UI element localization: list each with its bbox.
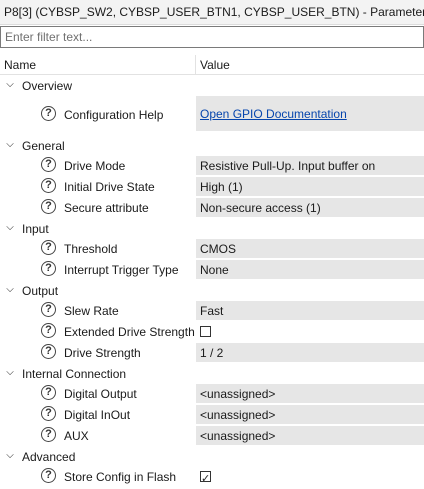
param-name: Store Config in Flash <box>64 470 177 484</box>
help-icon[interactable]: ? <box>41 427 56 442</box>
param-name: AUX <box>64 429 89 443</box>
digital-output-value[interactable]: <unassigned> <box>196 384 424 404</box>
filter-box[interactable] <box>0 26 424 48</box>
category-label: Advanced <box>22 450 76 464</box>
store-config-in-flash-checkbox[interactable] <box>200 469 211 489</box>
drive-mode-value[interactable]: Resistive Pull-Up. Input buffer on <box>196 156 424 176</box>
store-config-in-flash-value <box>196 467 424 489</box>
help-icon[interactable]: ? <box>41 178 56 193</box>
chevron-down-icon[interactable]: ⌵ <box>3 449 17 463</box>
param-row-interrupt-trigger-type[interactable]: ? Interrupt Trigger Type None <box>0 260 424 281</box>
param-name: Digital Output <box>64 387 137 401</box>
filter-input[interactable] <box>1 27 423 47</box>
secure-attribute-value[interactable]: Non-secure access (1) <box>196 198 424 218</box>
help-icon[interactable]: ? <box>41 302 56 317</box>
column-divider[interactable] <box>195 55 196 75</box>
drive-strength-value[interactable]: 1 / 2 <box>196 343 424 363</box>
param-name: Initial Drive State <box>64 180 155 194</box>
help-icon[interactable]: ? <box>41 199 56 214</box>
param-name: Extended Drive Strength <box>64 325 195 339</box>
param-name: Interrupt Trigger Type <box>64 263 179 277</box>
help-icon[interactable]: ? <box>41 323 56 338</box>
help-icon[interactable]: ? <box>41 240 56 255</box>
category-advanced[interactable]: ⌵ Advanced <box>0 447 424 467</box>
param-row-threshold[interactable]: ? Threshold CMOS <box>0 239 424 260</box>
initial-drive-state-value[interactable]: High (1) <box>196 177 424 197</box>
aux-value[interactable]: <unassigned> <box>196 426 424 446</box>
chevron-down-icon[interactable]: ⌵ <box>3 78 17 92</box>
chevron-down-icon[interactable]: ⌵ <box>3 283 17 297</box>
category-label: Internal Connection <box>22 367 127 381</box>
help-icon[interactable]: ? <box>41 406 56 421</box>
category-input[interactable]: ⌵ Input <box>0 219 424 239</box>
column-name-header[interactable]: Name <box>4 58 36 72</box>
help-icon[interactable]: ? <box>41 261 56 276</box>
category-label: Input <box>22 222 49 236</box>
digital-inout-value[interactable]: <unassigned> <box>196 405 424 425</box>
category-label: General <box>22 139 65 153</box>
param-row-secure-attribute[interactable]: ? Secure attribute Non-secure access (1) <box>0 198 424 219</box>
param-row-extended-drive-strength[interactable]: ? Extended Drive Strength <box>0 322 424 343</box>
param-row-configuration-help[interactable]: ? Configuration Help Open GPIO Documenta… <box>0 96 424 132</box>
param-row-digital-inout[interactable]: ? Digital InOut <unassigned> <box>0 405 424 426</box>
help-icon[interactable]: ? <box>41 344 56 359</box>
param-name: Secure attribute <box>64 201 149 215</box>
param-row-drive-strength[interactable]: ? Drive Strength 1 / 2 <box>0 343 424 364</box>
threshold-value[interactable]: CMOS <box>196 239 424 259</box>
category-internal-connection[interactable]: ⌵ Internal Connection <box>0 364 424 384</box>
window-title: P8[3] (CYBSP_SW2, CYBSP_USER_BTN1, CYBSP… <box>0 0 424 25</box>
extended-drive-strength-checkbox[interactable] <box>200 326 211 338</box>
column-header: Name Value <box>0 55 424 75</box>
category-label: Overview <box>22 79 73 93</box>
help-icon[interactable]: ? <box>41 106 56 121</box>
param-name: Digital InOut <box>64 408 131 422</box>
category-overview[interactable]: ⌵ Overview <box>0 76 424 96</box>
param-row-digital-output[interactable]: ? Digital Output <unassigned> <box>0 384 424 405</box>
open-gpio-documentation-link[interactable]: Open GPIO Documentation <box>200 107 347 121</box>
help-icon[interactable]: ? <box>41 385 56 400</box>
parameter-tree: ⌵ Overview ? Configuration Help Open GPI… <box>0 76 424 489</box>
chevron-down-icon[interactable]: ⌵ <box>3 366 17 380</box>
param-name: Configuration Help <box>64 108 164 122</box>
param-name: Drive Strength <box>64 346 141 360</box>
interrupt-trigger-type-value[interactable]: None <box>196 260 424 280</box>
column-value-header[interactable]: Value <box>200 58 230 72</box>
param-row-store-config-in-flash[interactable]: ? Store Config in Flash <box>0 467 424 489</box>
chevron-down-icon[interactable]: ⌵ <box>3 138 17 152</box>
category-general[interactable]: ⌵ General <box>0 136 424 156</box>
help-icon[interactable]: ? <box>41 157 56 172</box>
param-row-drive-mode[interactable]: ? Drive Mode Resistive Pull-Up. Input bu… <box>0 156 424 177</box>
param-row-initial-drive-state[interactable]: ? Initial Drive State High (1) <box>0 177 424 198</box>
slew-rate-value[interactable]: Fast <box>196 301 424 321</box>
param-name: Drive Mode <box>64 159 126 173</box>
param-row-slew-rate[interactable]: ? Slew Rate Fast <box>0 301 424 322</box>
help-icon[interactable]: ? <box>41 468 56 483</box>
extended-drive-strength-value <box>196 322 424 342</box>
param-name: Slew Rate <box>64 304 119 318</box>
chevron-down-icon[interactable]: ⌵ <box>3 221 17 235</box>
param-row-aux[interactable]: ? AUX <unassigned> <box>0 426 424 447</box>
param-name: Threshold <box>64 242 118 256</box>
category-label: Output <box>22 284 59 298</box>
param-value-cell: Open GPIO Documentation <box>196 96 424 132</box>
category-output[interactable]: ⌵ Output <box>0 281 424 301</box>
